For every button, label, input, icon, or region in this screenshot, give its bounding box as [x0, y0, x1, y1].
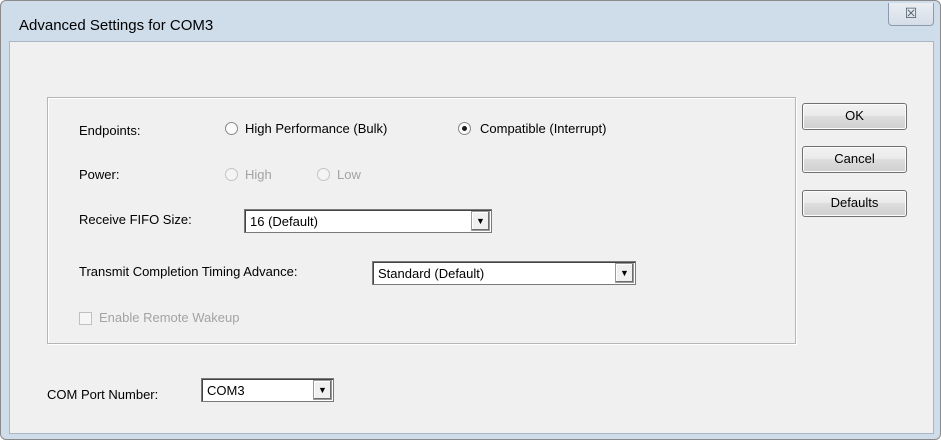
endpoints-bulk-label[interactable]: High Performance (Bulk): [245, 121, 387, 136]
dialog-window: Advanced Settings for COM3 ☒ Endpoints: …: [0, 0, 941, 440]
com-port-value: COM3: [207, 383, 245, 398]
chevron-down-icon[interactable]: ▼: [615, 263, 634, 283]
radio-selected-dot: [462, 126, 467, 131]
chevron-down-icon[interactable]: ▼: [313, 380, 332, 400]
title-bar[interactable]: Advanced Settings for COM3 ☒: [1, 1, 940, 41]
close-button[interactable]: ☒: [888, 3, 934, 26]
ok-button[interactable]: OK: [802, 103, 907, 130]
power-label: Power:: [79, 167, 120, 182]
endpoints-bulk-radio[interactable]: [225, 122, 238, 135]
receive-fifo-value: 16 (Default): [250, 214, 318, 229]
close-icon: ☒: [904, 5, 918, 21]
transmit-timing-dropdown[interactable]: Standard (Default) ▼: [372, 261, 636, 285]
chevron-down-icon[interactable]: ▼: [471, 211, 490, 231]
dialog-client-area: Endpoints: High Performance (Bulk) Compa…: [9, 41, 934, 434]
com-port-dropdown[interactable]: COM3 ▼: [201, 378, 334, 402]
remote-wakeup-checkbox: [79, 312, 92, 325]
com-port-label: COM Port Number:: [47, 387, 159, 402]
transmit-timing-label: Transmit Completion Timing Advance:: [79, 264, 298, 279]
power-low-radio: [317, 168, 330, 181]
power-high-label: High: [245, 167, 272, 182]
remote-wakeup-label: Enable Remote Wakeup: [99, 310, 240, 325]
cancel-button[interactable]: Cancel: [802, 146, 907, 173]
receive-fifo-label: Receive FIFO Size:: [79, 212, 192, 227]
endpoints-interrupt-radio[interactable]: [458, 122, 471, 135]
power-high-radio: [225, 168, 238, 181]
settings-group: Endpoints: High Performance (Bulk) Compa…: [47, 97, 796, 344]
endpoints-label: Endpoints:: [79, 123, 141, 138]
defaults-button[interactable]: Defaults: [802, 190, 907, 217]
power-low-label: Low: [337, 167, 361, 182]
window-title: Advanced Settings for COM3: [19, 17, 214, 34]
receive-fifo-dropdown[interactable]: 16 (Default) ▼: [244, 209, 492, 233]
transmit-timing-value: Standard (Default): [378, 266, 485, 281]
endpoints-interrupt-label[interactable]: Compatible (Interrupt): [480, 121, 606, 136]
